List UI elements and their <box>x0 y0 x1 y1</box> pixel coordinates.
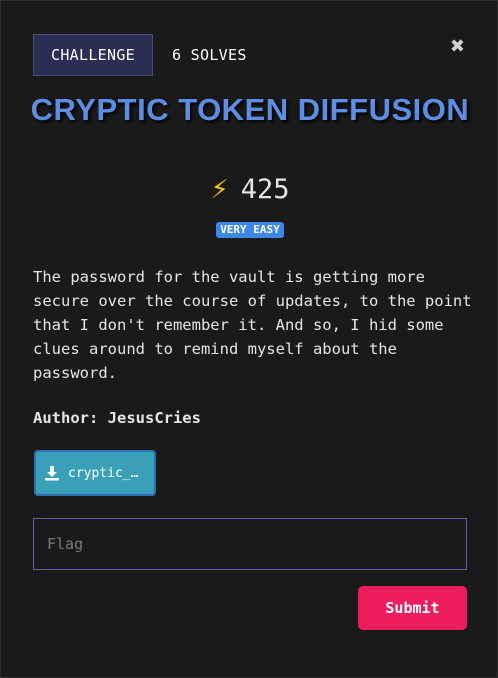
flag-input[interactable] <box>33 518 467 570</box>
modal-tabs: CHALLENGE 6 SOLVES <box>33 34 247 76</box>
challenge-title: CRYPTIC TOKEN DIFFUSION <box>30 92 470 127</box>
points-display: ⚡ 425 <box>1 174 498 205</box>
challenge-modal: CHALLENGE 6 SOLVES ✖ CRYPTIC TOKEN DIFFU… <box>0 0 498 678</box>
challenge-description: The password for the vault is getting mo… <box>33 268 472 382</box>
close-icon[interactable]: ✖ <box>450 38 465 56</box>
submit-button[interactable]: Submit <box>358 586 467 630</box>
download-icon <box>45 466 59 481</box>
difficulty-row: VERY EASY <box>1 222 498 238</box>
points-value: 425 <box>240 174 290 205</box>
tab-solves[interactable]: 6 SOLVES <box>172 46 247 64</box>
difficulty-badge: VERY EASY <box>216 222 284 238</box>
download-file-label: cryptic_… <box>68 465 139 481</box>
lightning-bolt-icon: ⚡ <box>210 174 229 205</box>
download-file-button[interactable]: cryptic_… <box>34 450 156 496</box>
challenge-author: Author: JesusCries <box>33 409 201 427</box>
tab-challenge[interactable]: CHALLENGE <box>33 34 153 76</box>
